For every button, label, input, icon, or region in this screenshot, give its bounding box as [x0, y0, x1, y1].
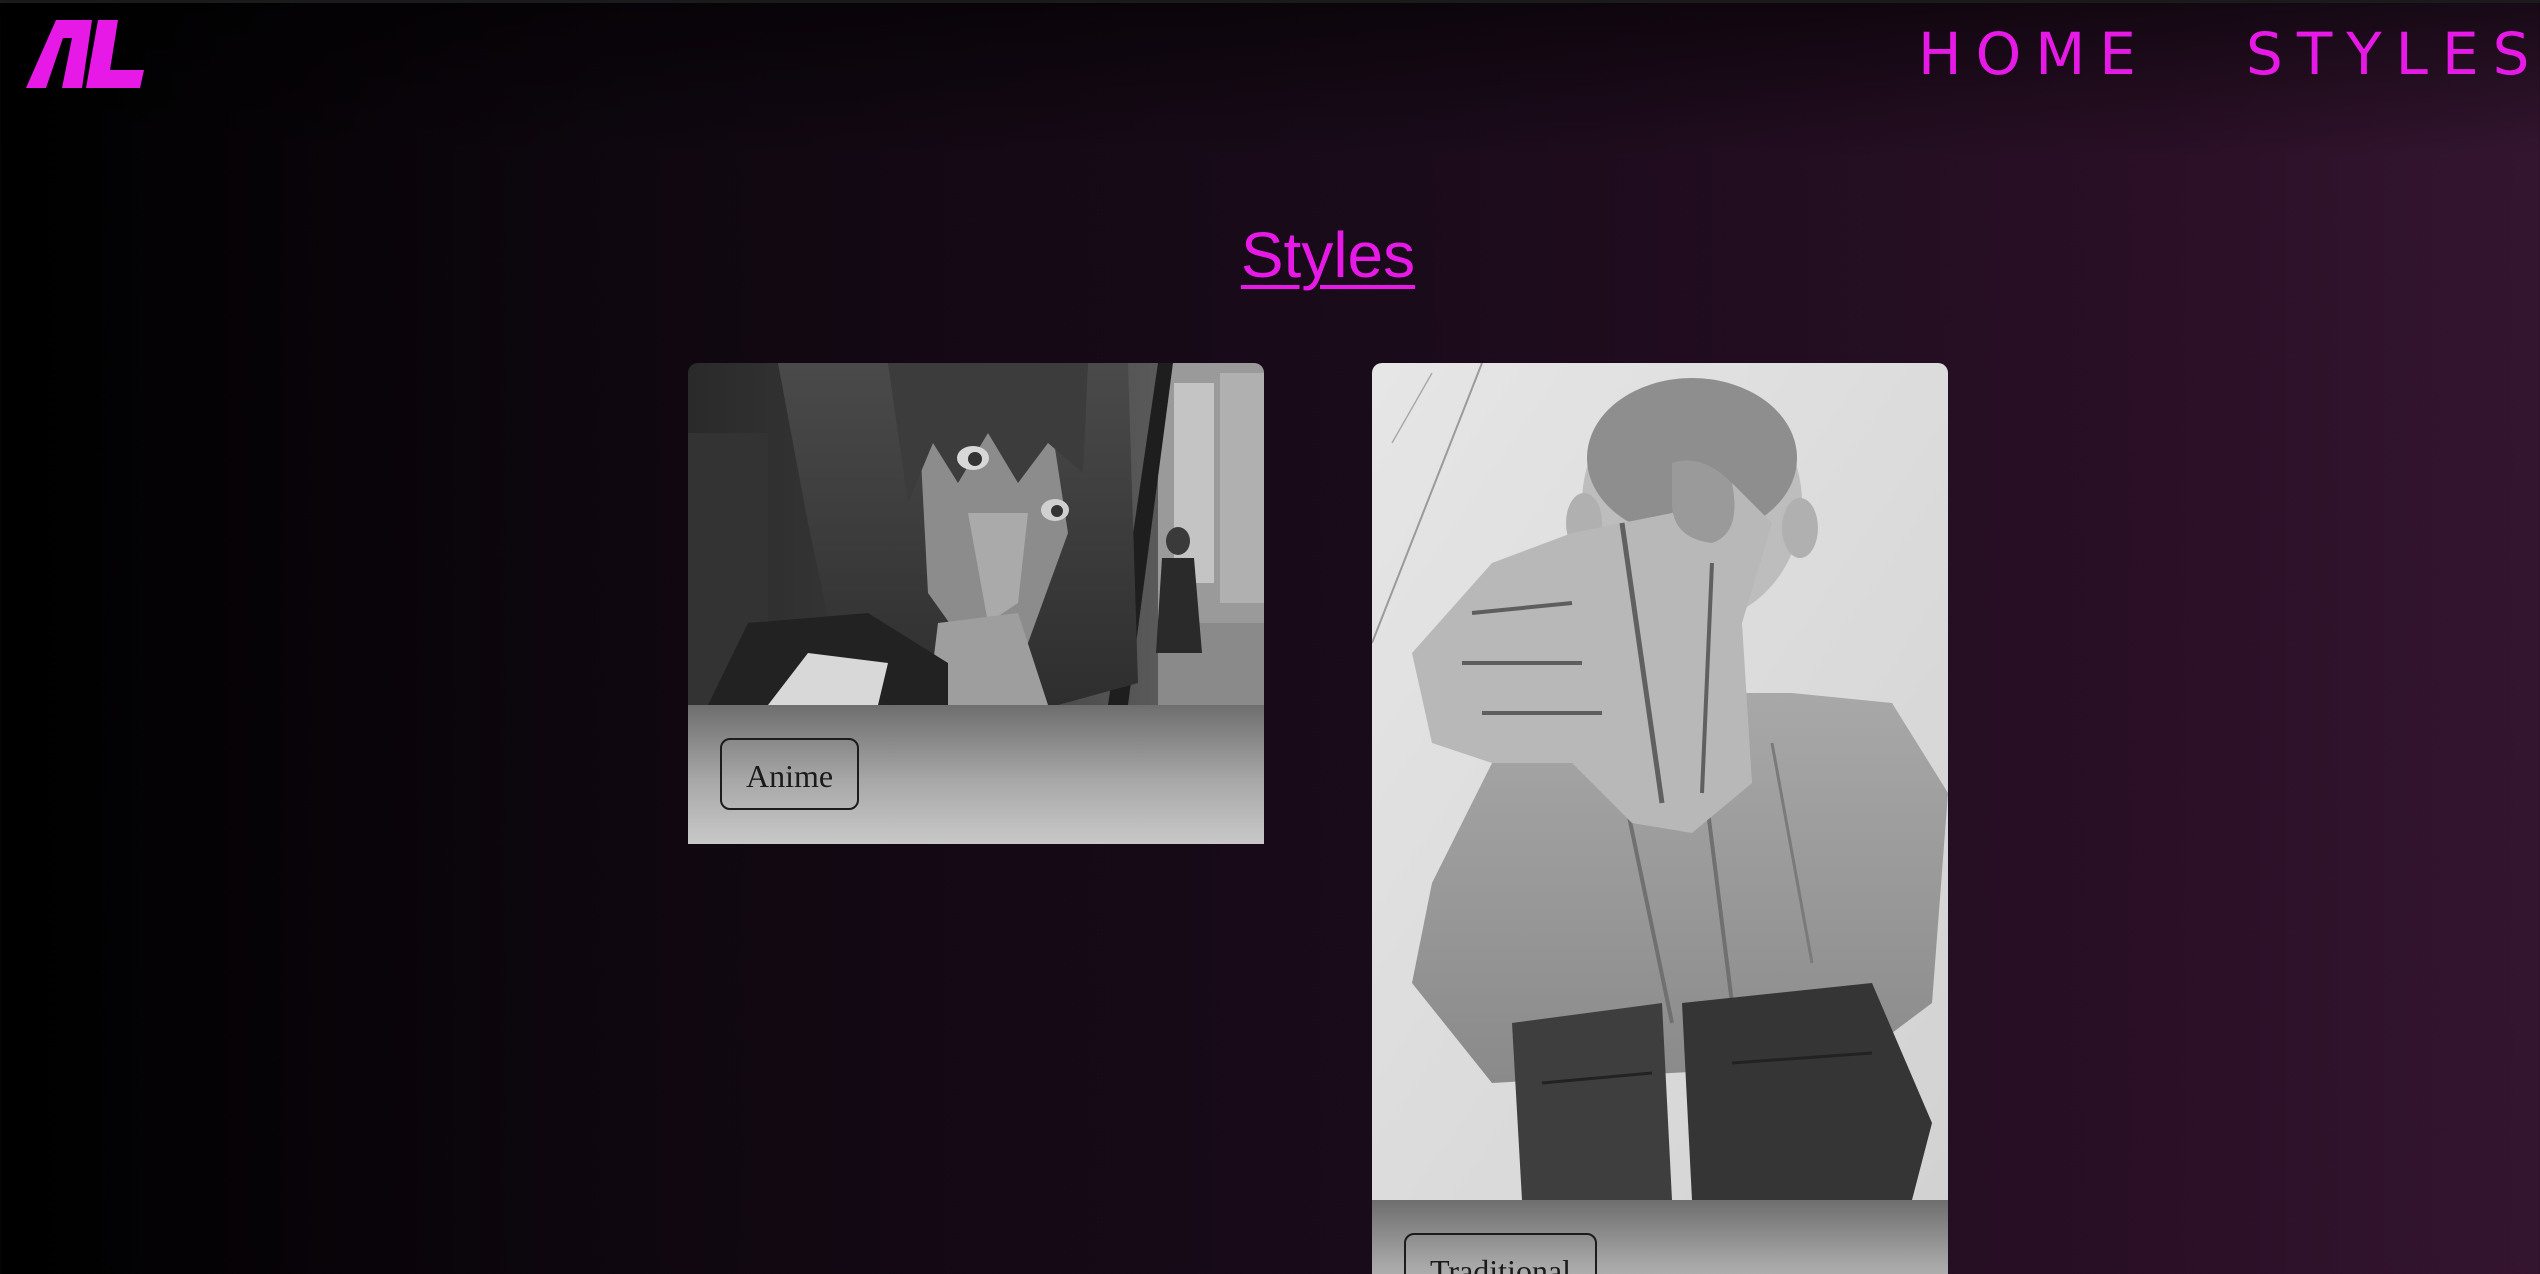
card-footer: Anime — [688, 705, 1264, 844]
page-title: Styles — [1240, 219, 1416, 291]
nav-styles-link[interactable]: STYLES — [2246, 18, 2540, 90]
card-footer: Traditional — [1372, 1200, 1948, 1274]
traditional-style-button[interactable]: Traditional — [1404, 1233, 1598, 1274]
al-logo-icon — [26, 20, 144, 88]
style-card-anime[interactable]: Anime — [688, 363, 1264, 844]
site-header: HOME STYLES — [0, 0, 2540, 158]
style-card-traditional[interactable]: Traditional — [1372, 363, 1948, 1274]
nav-home-link[interactable]: HOME — [1918, 18, 2150, 90]
anime-style-button[interactable]: Anime — [720, 738, 860, 810]
traditional-artwork-image — [1372, 363, 1948, 1200]
anime-artwork-image — [688, 363, 1264, 705]
